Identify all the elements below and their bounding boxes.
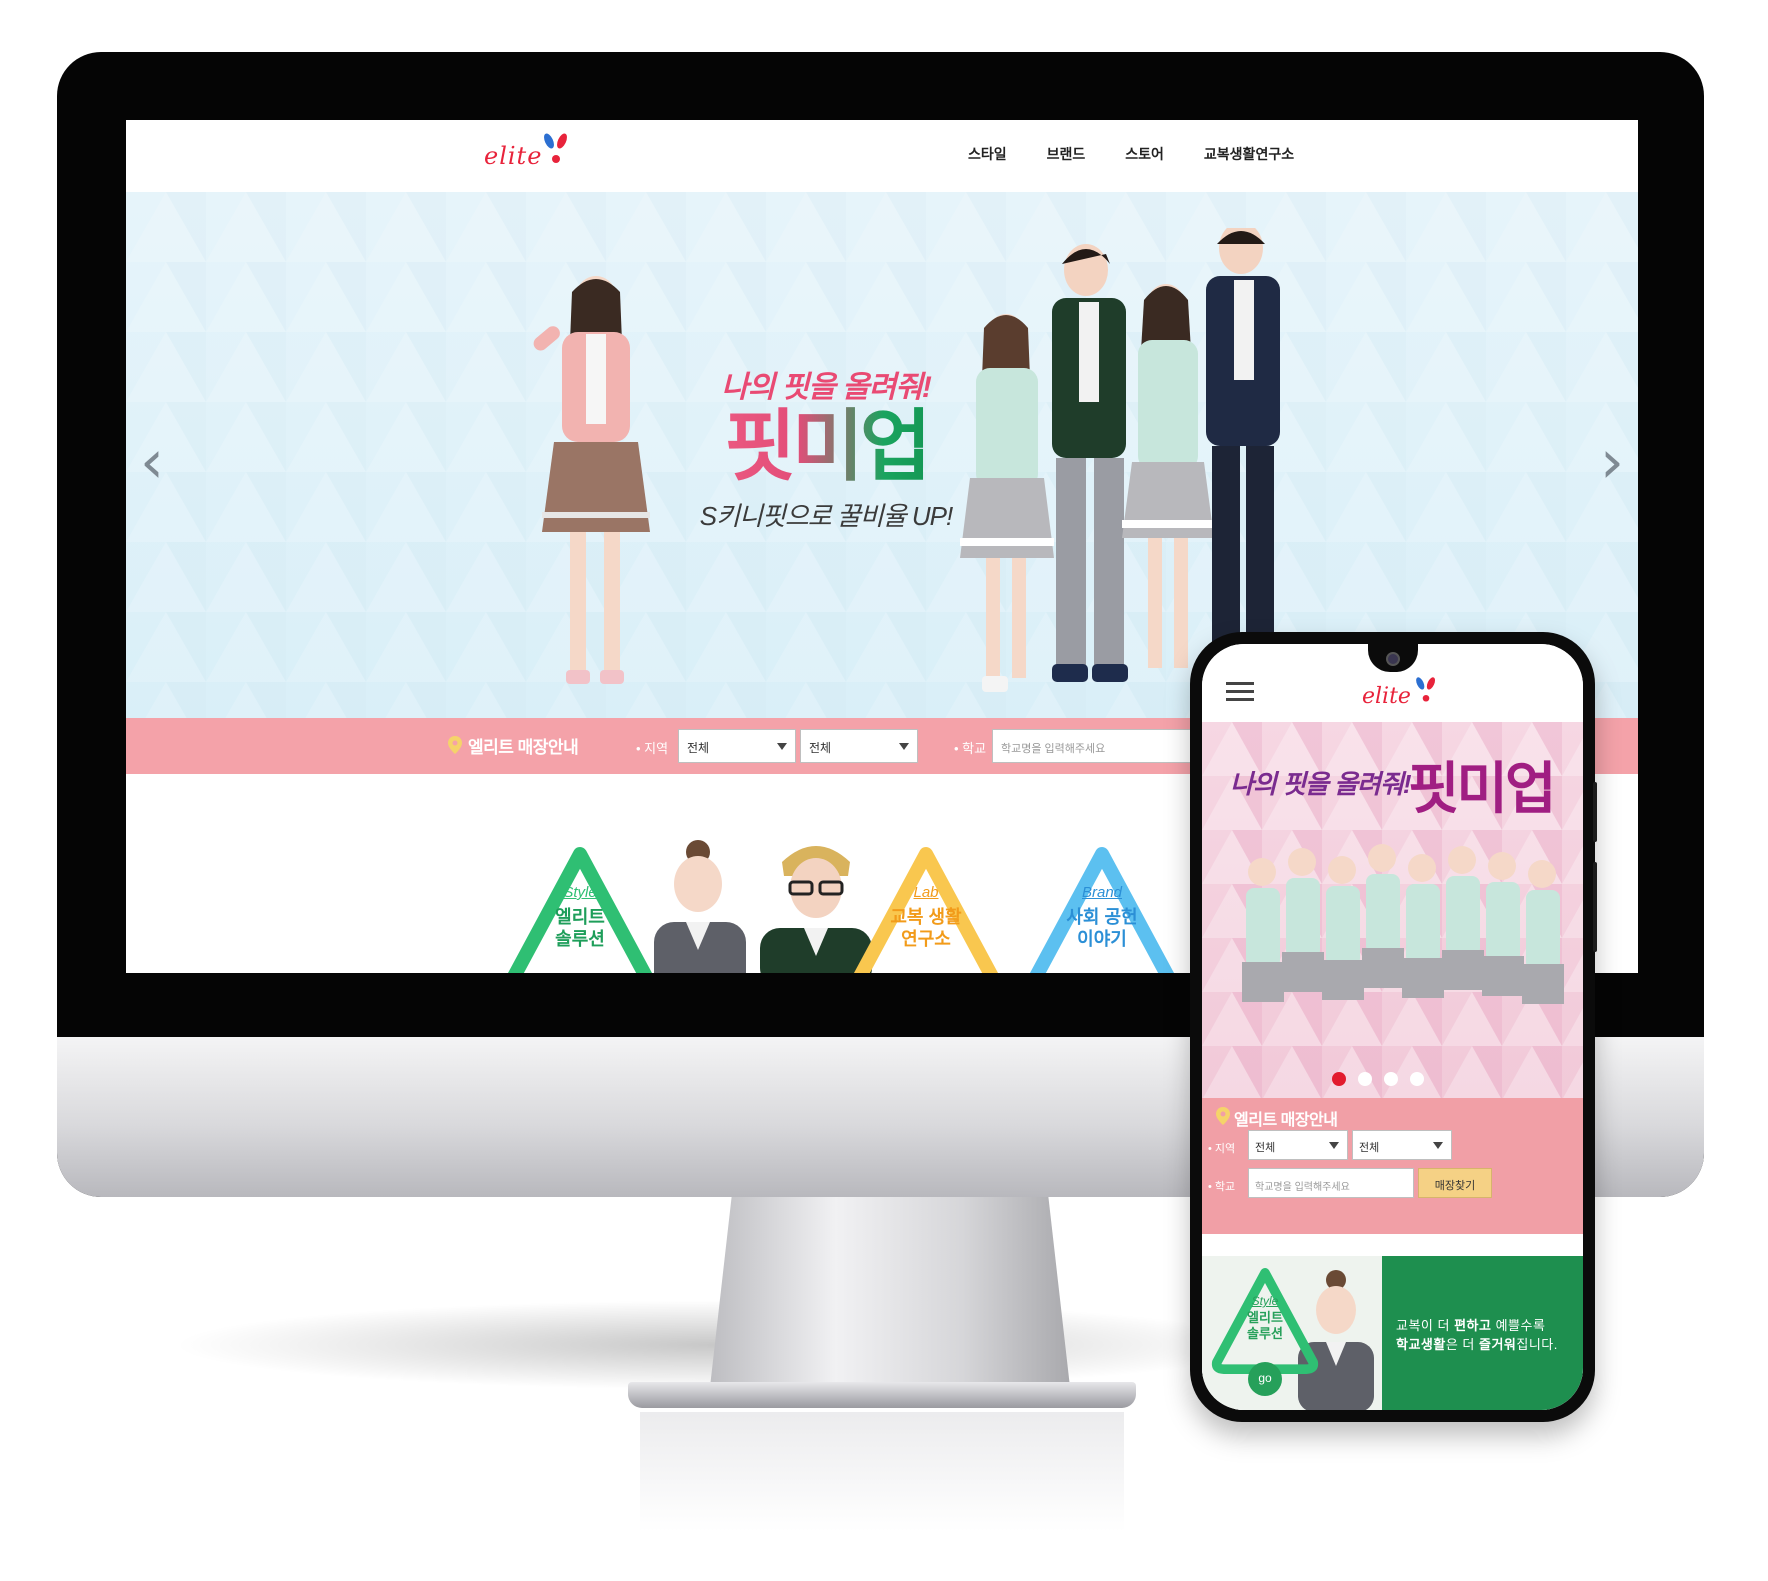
region-select-primary[interactable]: 전체 [678, 729, 796, 763]
card-style-model [654, 840, 746, 973]
mobile-card-style-title-line1: 엘리트 [1247, 1310, 1283, 1325]
mobile-school-search-input[interactable]: 학교명을 입력해주세요 [1248, 1168, 1414, 1198]
mobile-school-label: • 학교 [1208, 1181, 1236, 1193]
mobile-region-select-primary[interactable]: 전체 [1248, 1130, 1348, 1160]
mobile-hero-banner: 나의 핏을 올려줘! 핏미업 [1202, 722, 1583, 1098]
card-brand-title: 사회 공헌 이야기 [1022, 906, 1182, 950]
region-select-secondary-value: 전체 [809, 741, 832, 755]
dropdown-caret-icon [1433, 1142, 1443, 1149]
region-select-primary-value: 전체 [687, 741, 710, 755]
mobile-region-select-secondary[interactable]: 전체 [1352, 1130, 1452, 1160]
mobile-banner-copy-line1: 교복이 더 편하고 예쁠수록 [1396, 1318, 1546, 1333]
elite-logo-mark-icon [544, 133, 567, 163]
hero-copy: 나의 핏을 올려줘! 핏미업 S키니핏으로 꿀비율 UP! [681, 362, 971, 533]
mobile-hero-models [1242, 844, 1564, 1004]
card-style-category: Style [563, 884, 597, 901]
mobile-card-style-title: 엘리트 솔루션 [1210, 1310, 1320, 1342]
chevron-left-icon[interactable]: ‹ [140, 432, 164, 492]
mobile-hero-title: 핏미업 [1408, 757, 1557, 820]
phone-volume-button [1593, 862, 1597, 952]
mobile-banner-copy-line2: 학교생활은 더 즐거워집니다. [1396, 1337, 1558, 1352]
mobile-banner-copy: 교복이 더 편하고 예쁠수록 학교생활은 더 즐거워집니다. [1396, 1316, 1576, 1354]
card-brand-title-line1: 사회 공헌 [1066, 907, 1138, 927]
mobile-screen: elite 나의 핏을 올려줘! 핏미업 엘리트 매장안내 • 지역 전체 전체… [1202, 644, 1583, 1410]
card-brand-category: Brand [1081, 884, 1123, 901]
mobile-style-banner: 교복이 더 편하고 예쁠수록 학교생활은 더 즐거워집니다. Style 엘리트… [1202, 1256, 1583, 1410]
card-style-title: 엘리트 솔루션 [500, 906, 660, 950]
store-search-title: 엘리트 매장안내 [468, 738, 579, 757]
card-lab-category: Lab [913, 884, 939, 901]
school-search-input[interactable]: 학교명을 입력해주세요 [992, 729, 1192, 763]
hero-model-left [533, 276, 650, 684]
nav-item-uniform-lab[interactable]: 교복생활연구소 [1204, 144, 1294, 164]
card-lab[interactable]: Lab 교복 생활 연구소 [846, 844, 1006, 973]
location-pin-icon [448, 736, 462, 754]
mobile-store-search: 엘리트 매장안내 • 지역 전체 전체 • 학교 학교명을 입력해주세요 매장찾… [1202, 1098, 1583, 1234]
desktop-header: elite 스타일 브랜드 스토어 교복생활연구소 [126, 120, 1638, 192]
slide-dot-2[interactable] [1358, 1072, 1372, 1086]
phone-frame: elite 나의 핏을 올려줘! 핏미업 엘리트 매장안내 • 지역 전체 전체… [1190, 632, 1597, 1422]
region-label: • 지역 [636, 741, 669, 756]
dropdown-caret-icon [777, 743, 787, 750]
mobile-card-style-category: Style [1251, 1294, 1279, 1308]
phone-side-button [1593, 782, 1597, 842]
chevron-right-icon[interactable]: › [1600, 432, 1624, 492]
nav-item-style[interactable]: 스타일 [968, 144, 1007, 164]
hero-title: 핏미업 [681, 405, 971, 488]
mobile-elite-logo[interactable]: elite [1362, 684, 1411, 709]
card-style-title-line1: 엘리트 [555, 907, 605, 927]
card-brand-title-line2: 이야기 [1077, 929, 1127, 949]
mobile-region-label: • 지역 [1208, 1143, 1236, 1155]
mobile-hero-subtitle: 나의 핏을 올려줘! [1230, 769, 1412, 799]
find-store-button[interactable]: 매장찾기 [1418, 1168, 1492, 1198]
school-label: • 학교 [954, 741, 987, 756]
card-style[interactable]: Style 엘리트 솔루션 [500, 844, 660, 973]
region-select-secondary[interactable]: 전체 [800, 729, 918, 763]
go-button[interactable]: go [1248, 1362, 1282, 1396]
hamburger-menu-icon[interactable] [1226, 682, 1254, 702]
mobile-region-select-secondary-value: 전체 [1359, 1142, 1380, 1154]
card-style-title-line2: 솔루션 [555, 929, 605, 949]
nav-item-store[interactable]: 스토어 [1125, 144, 1164, 164]
hero-subtitle: 나의 핏을 올려줘! [721, 371, 932, 404]
mobile-region-select-primary-value: 전체 [1255, 1142, 1276, 1154]
mobile-card-style-title-line2: 솔루션 [1247, 1326, 1283, 1341]
card-brand[interactable]: Brand 사회 공헌 이야기 [1022, 844, 1182, 973]
mobile-banner-right-panel: 교복이 더 편하고 예쁠수록 학교생활은 더 즐거워집니다. [1382, 1256, 1583, 1410]
dropdown-caret-icon [1329, 1142, 1339, 1149]
slide-indicator [1332, 1072, 1424, 1086]
mobile-elite-logo-mark-icon [1416, 677, 1436, 702]
card-lab-title-line1: 교복 생활 [890, 907, 962, 927]
hero-tagline: S키니핏으로 꿀비율 UP! [699, 500, 954, 531]
slide-dot-4[interactable] [1410, 1072, 1424, 1086]
desktop-main-nav: 스타일 브랜드 스토어 교복생활연구소 [968, 144, 1334, 164]
mobile-store-search-title: 엘리트 매장안내 [1234, 1112, 1338, 1129]
front-camera-icon [1386, 652, 1400, 666]
monitor-stand-neck [710, 1197, 1070, 1387]
card-lab-title-line2: 연구소 [901, 929, 951, 949]
monitor-stand-base [628, 1382, 1136, 1408]
location-pin-icon [1216, 1107, 1230, 1125]
monitor-stand-reflection [640, 1412, 1124, 1532]
nav-item-brand[interactable]: 브랜드 [1047, 144, 1086, 164]
slide-dot-1[interactable] [1332, 1072, 1346, 1086]
elite-logo[interactable]: elite [484, 142, 542, 170]
dropdown-caret-icon [899, 743, 909, 750]
mobile-card-style[interactable]: Style 엘리트 솔루션 go [1210, 1266, 1320, 1396]
card-lab-title: 교복 생활 연구소 [846, 906, 1006, 950]
slide-dot-3[interactable] [1384, 1072, 1398, 1086]
